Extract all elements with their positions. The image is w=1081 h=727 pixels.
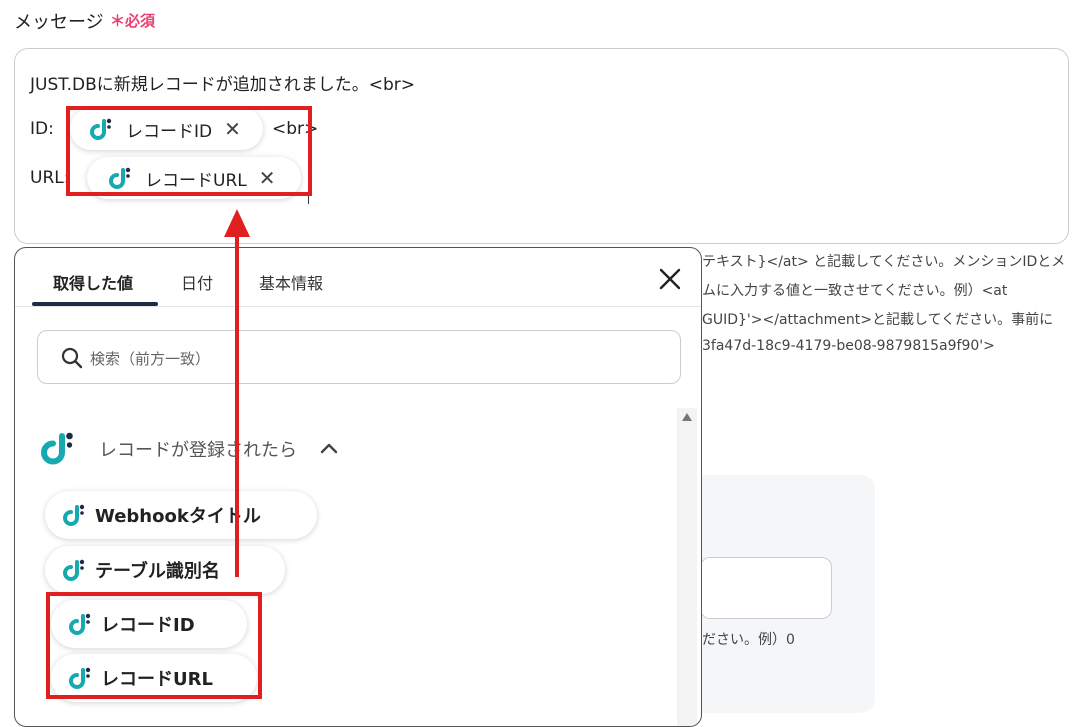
help-text-line: テキスト}</at> と記載してください。メンションIDとメ	[702, 254, 1066, 270]
url-label: URL:	[30, 168, 70, 188]
highlight-box-tokens	[66, 106, 312, 196]
list-item-webhook-title[interactable]: Webhookタイトル	[45, 491, 317, 539]
tab-date[interactable]: 日付	[181, 270, 213, 294]
field-label: メッセージ	[14, 12, 104, 33]
tab-acquired-values[interactable]: 取得した値	[53, 270, 133, 294]
id-label: ID:	[30, 119, 54, 139]
search-placeholder: 検索（前方一致）	[90, 350, 211, 368]
message-line-1: JUST.DBに新規レコードが追加されました。<br>	[30, 75, 416, 95]
arrow-icon	[224, 209, 250, 577]
app-logo-icon	[63, 559, 85, 581]
tab-basic-info[interactable]: 基本情報	[259, 270, 323, 294]
tab-divider	[15, 306, 701, 307]
search-input[interactable]: 検索（前方一致）	[37, 330, 681, 384]
scroll-up-icon[interactable]	[681, 412, 693, 422]
scrollbar[interactable]	[677, 408, 697, 726]
background-input[interactable]	[700, 557, 832, 619]
search-icon	[61, 347, 83, 369]
help-text-line: 3fa47d-18c9-4179-be08-9879815a9f90'>	[702, 338, 995, 354]
chevron-up-icon[interactable]	[319, 440, 339, 456]
help-text-line: GUID}'></attachment>と記載してください。事前に	[702, 312, 1054, 328]
required-badge: ＊必須	[110, 12, 156, 30]
highlight-box-items	[46, 592, 262, 699]
help-text-line: ムに入力する値と一致させてください。例）<at	[702, 283, 1008, 299]
list-item-label: テーブル識別名	[95, 561, 220, 582]
group-title[interactable]: レコードが登録されたら	[99, 436, 297, 462]
background-hint: ださい。例）0	[702, 632, 795, 648]
app-logo-icon	[63, 504, 85, 526]
close-icon[interactable]	[655, 264, 685, 294]
app-logo-icon	[41, 432, 73, 465]
